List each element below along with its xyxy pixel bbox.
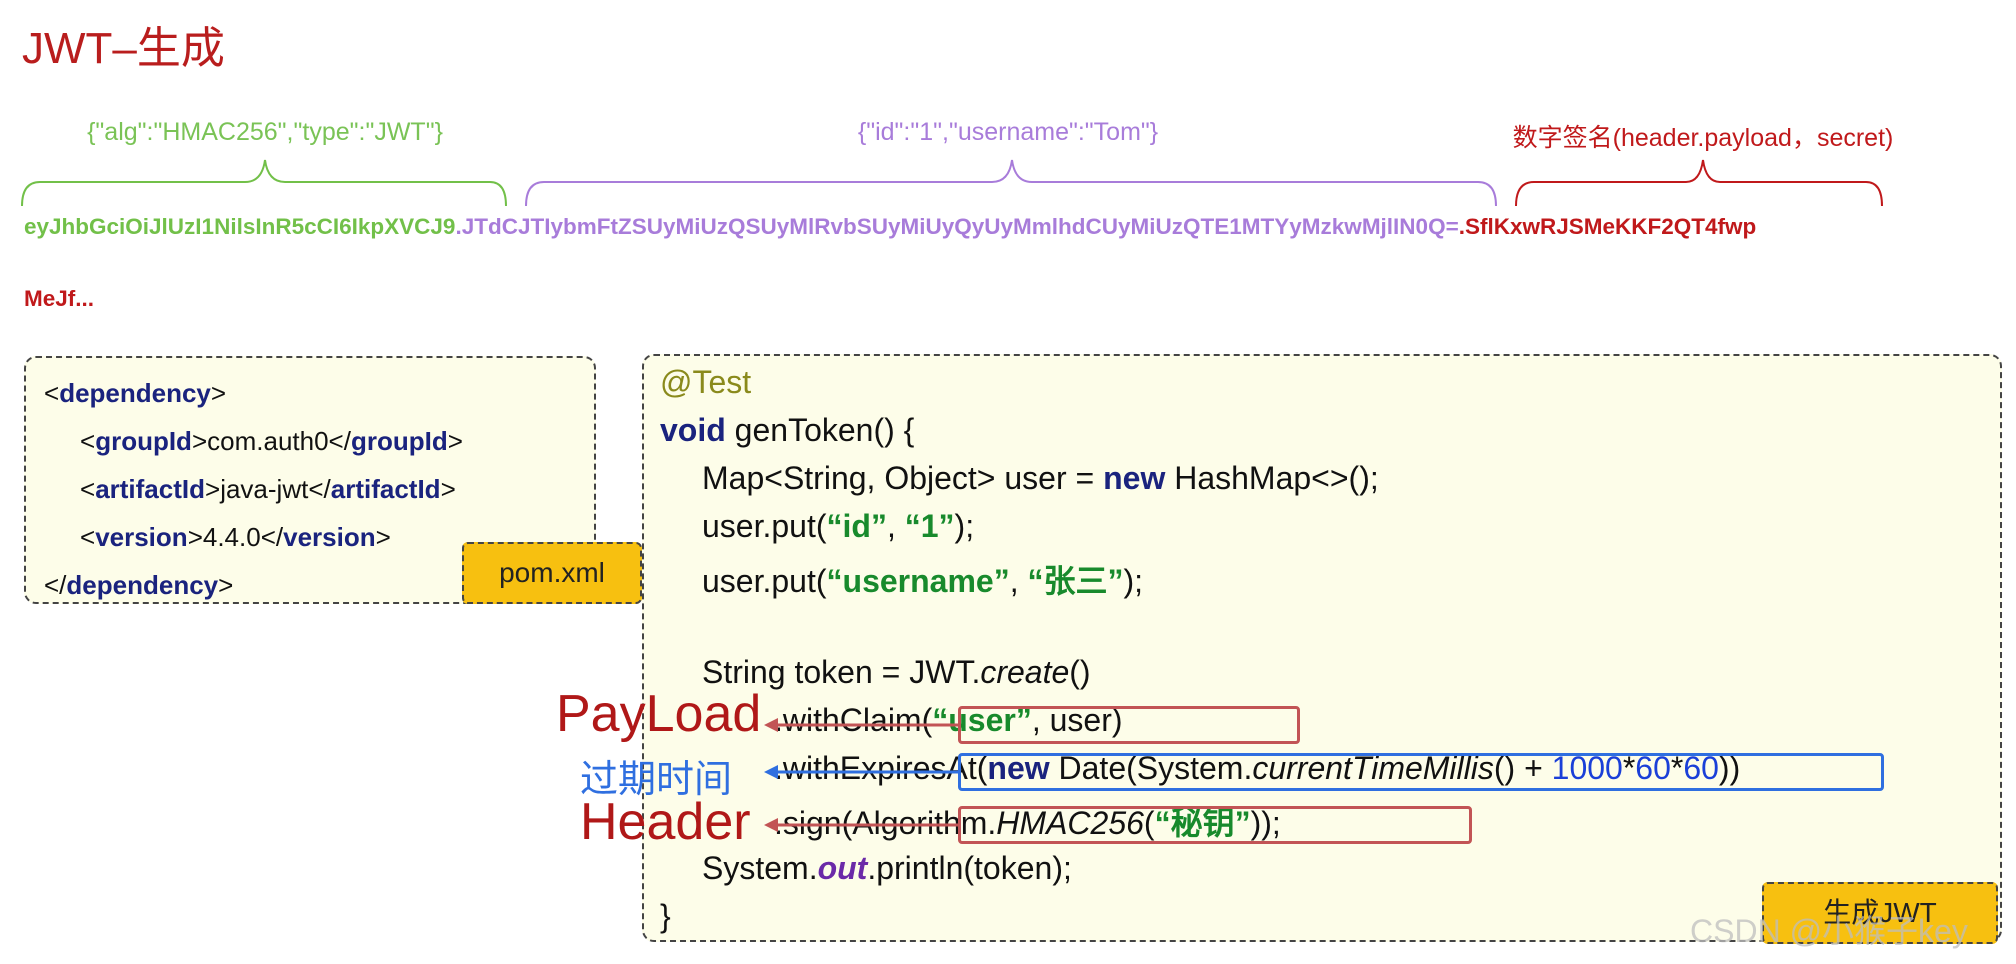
header-arrow <box>764 818 958 832</box>
csdn-watermark: CSDN @小猴子key <box>1690 913 1968 949</box>
payload-callout-label: PayLoad <box>556 685 762 743</box>
callout-arrows <box>764 718 958 832</box>
payload-arrow <box>764 718 958 732</box>
expiry-arrow <box>764 765 958 779</box>
header-callout-label: Header <box>580 793 751 851</box>
